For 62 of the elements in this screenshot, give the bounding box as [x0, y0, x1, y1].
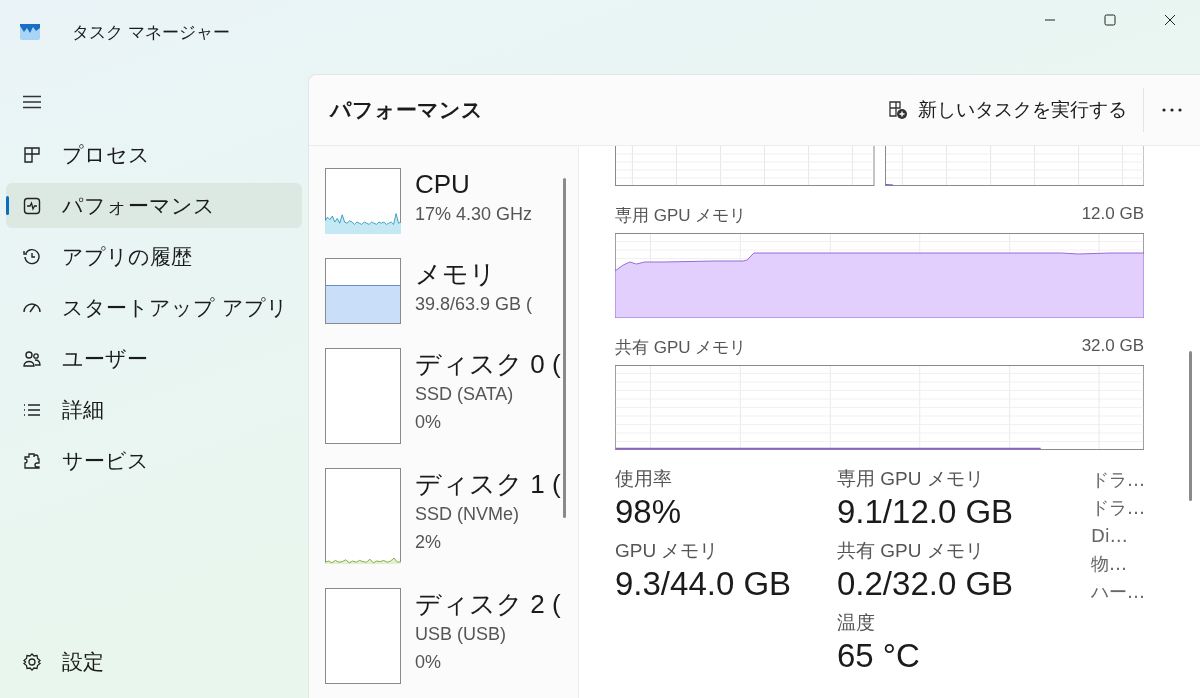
device-item[interactable]: メモリ 39.8/63.9 GB (: [325, 258, 578, 324]
device-detail: SSD (SATA): [415, 383, 515, 406]
settings-icon: [22, 651, 42, 672]
more-icon: [1162, 108, 1182, 112]
device-detail: USB (USB): [415, 623, 507, 646]
device-name: メモリ: [415, 258, 497, 290]
sidebar-item[interactable]: ユーザー: [6, 336, 302, 381]
device-item[interactable]: ディスク 0 ( SSD (SATA) 0%: [325, 348, 578, 444]
stat-label: 使用率: [615, 467, 673, 491]
sidebar-item[interactable]: スタートアップ アプリ: [6, 285, 302, 330]
page-title: パフォーマンス: [330, 97, 483, 124]
stat-value: 65 °C: [837, 636, 921, 676]
grid-icon: [22, 144, 42, 165]
chart-label: 共有 GPU メモリ: [615, 337, 747, 359]
chart-max: 32.0 GB: [1081, 336, 1144, 357]
chart-max: 12.0 GB: [1081, 204, 1144, 225]
stat-label: 共有 GPU メモリ: [837, 539, 985, 563]
stat-value: 0.2/32.0 GB: [837, 564, 1015, 604]
detail-label: Di…: [1091, 524, 1129, 548]
app-icon: [20, 24, 40, 40]
device-detail: 17% 4.30 GHz: [415, 203, 533, 226]
device-name: ディスク 2 (: [415, 588, 561, 620]
device-detail: 2%: [415, 531, 442, 554]
sidebar-item[interactable]: アプリの履歴: [6, 234, 302, 279]
device-detail: SSD (NVMe): [415, 503, 520, 526]
users-icon: [22, 348, 42, 369]
menu-icon: [23, 95, 41, 109]
sidebar-item[interactable]: パフォーマンス: [6, 183, 302, 228]
stat-value: 9.1/12.0 GB: [837, 492, 1015, 532]
close-icon: [1164, 14, 1176, 26]
device-name: CPU: [415, 168, 471, 200]
stat-label: 温度: [837, 611, 876, 635]
device-name: ディスク 0 (: [415, 348, 561, 380]
device-item[interactable]: ディスク 1 ( SSD (NVMe) 2%: [325, 468, 578, 564]
window-title: タスク マネージャー: [72, 20, 231, 44]
scrollbar[interactable]: [563, 178, 566, 518]
stat-value: 9.3/44.0 GB: [615, 564, 793, 604]
stat-value: 98%: [615, 492, 683, 532]
clock-icon: [22, 246, 42, 267]
new-task-icon: [888, 100, 908, 120]
detail-label: ドラ…: [1091, 468, 1146, 492]
maximize-icon: [1104, 14, 1116, 26]
settings-item[interactable]: 設定: [6, 639, 302, 684]
detail-label: ハー…: [1091, 580, 1146, 604]
pulse-icon: [22, 195, 42, 216]
detail-label: 物…: [1091, 552, 1128, 576]
sidebar-item[interactable]: サービス: [6, 438, 302, 483]
puzzle-icon: [22, 450, 42, 471]
scrollbar[interactable]: [1189, 351, 1192, 501]
detail-label: ドラ…: [1091, 496, 1146, 520]
device-detail: 0%: [415, 411, 442, 434]
new-task-button[interactable]: 新しいタスクを実行する: [880, 91, 1135, 129]
stat-label: GPU メモリ: [615, 539, 720, 563]
device-item[interactable]: ディスク 2 ( USB (USB) 0%: [325, 588, 578, 684]
sidebar-item[interactable]: 詳細: [6, 387, 302, 432]
device-name: ディスク 1 (: [415, 468, 561, 500]
sidebar-item[interactable]: プロセス: [6, 132, 302, 177]
device-item[interactable]: CPU 17% 4.30 GHz: [325, 168, 578, 234]
device-detail: 39.8/63.9 GB (: [415, 293, 533, 316]
chart-label: 専用 GPU メモリ: [615, 205, 747, 227]
device-detail: 0%: [415, 651, 442, 674]
stat-label: 専用 GPU メモリ: [837, 467, 985, 491]
